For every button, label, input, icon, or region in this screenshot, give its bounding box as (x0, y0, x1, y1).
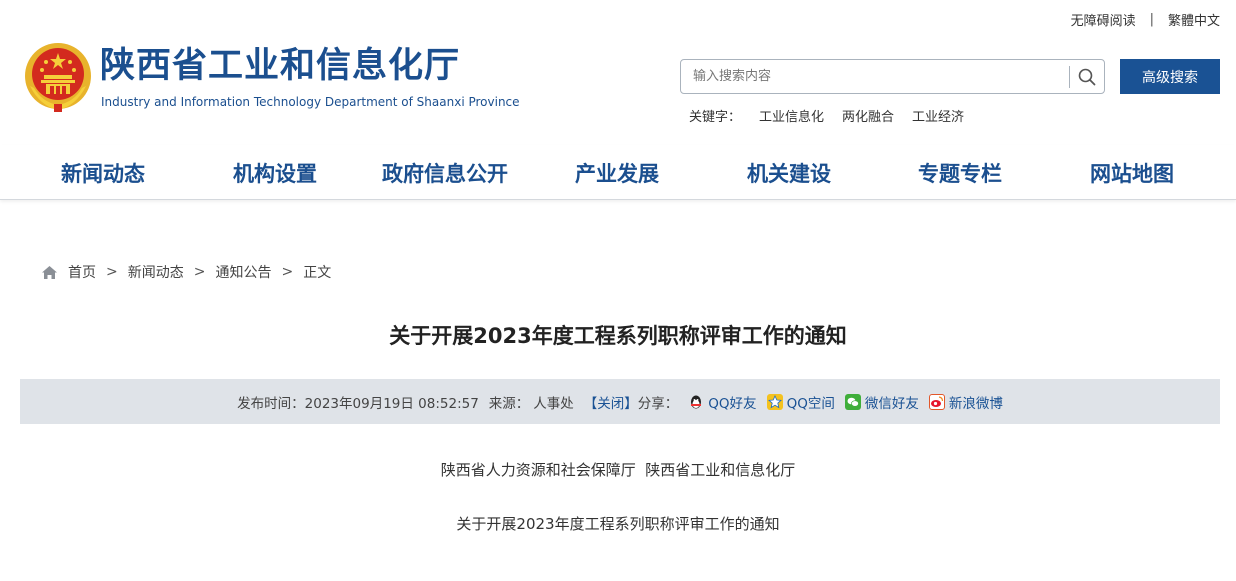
breadcrumb: 首页 > 新闻动态 > 通知公告 > 正文 (41, 262, 331, 282)
qzone-icon (766, 393, 783, 410)
breadcrumb-arrow: > (281, 264, 294, 280)
nav-item-topics[interactable]: 专题专栏 (918, 158, 1002, 188)
breadcrumb-news[interactable]: 新闻动态 (128, 262, 184, 282)
site-subtitle: Industry and Information Technology Depa… (101, 95, 520, 109)
keyword-link[interactable]: 工业信息化 (759, 106, 824, 125)
nav-item-gov-info[interactable]: 政府信息公开 (382, 158, 508, 188)
main-nav: 新闻动态 机构设置 政府信息公开 产业发展 机关建设 专题专栏 网站地图 (0, 145, 1236, 200)
close-link[interactable]: 【关闭】 (584, 392, 638, 412)
top-links: 无障碍阅读 | 繁體中文 (1071, 10, 1220, 29)
share-weibo-label: 新浪微博 (948, 395, 1003, 412)
search-input[interactable] (681, 60, 1069, 93)
breadcrumb-notices[interactable]: 通知公告 (215, 262, 271, 282)
home-icon (42, 265, 57, 279)
share-qzone-label: QQ空间 (786, 395, 835, 412)
nav-item-party-building[interactable]: 机关建设 (747, 158, 831, 188)
nav-item-sitemap[interactable]: 网站地图 (1090, 158, 1174, 188)
search-box (680, 59, 1105, 94)
share-weibo[interactable]: 新浪微博 (928, 392, 1003, 412)
article-title: 关于开展2023年度工程系列职称评审工作的通知 (389, 324, 847, 348)
article-subject: 关于开展2023年度工程系列职称评审工作的通知 (456, 515, 780, 533)
share-wechat[interactable]: 微信好友 (844, 392, 919, 412)
nav-item-organization[interactable]: 机构设置 (233, 158, 317, 188)
top-links-separator: | (1149, 12, 1154, 27)
nav-item-industry[interactable]: 产业发展 (575, 158, 659, 188)
publish-time: 2023年09月19日 08:52:57 (304, 395, 479, 412)
breadcrumb-arrow: > (193, 264, 206, 280)
keywords: 关键字： 工业信息化 两化融合 工业经济 (689, 106, 964, 125)
traditional-chinese-link[interactable]: 繁體中文 (1168, 10, 1220, 29)
advanced-search-button[interactable]: 高级搜索 (1120, 59, 1220, 94)
article-meta-bar: 发布时间： 2023年09月19日 08:52:57 来源： 人事处 【关闭】 … (20, 379, 1220, 424)
share-label: 分享： (637, 395, 679, 412)
qq-icon (688, 394, 704, 410)
keywords-label: 关键字： (689, 110, 742, 125)
breadcrumb-home[interactable]: 首页 (68, 262, 96, 282)
share-qq-friend[interactable]: QQ好友 (688, 392, 757, 412)
breadcrumb-current: 正文 (303, 265, 332, 281)
source-value: 人事处 (533, 395, 574, 412)
keyword-link[interactable]: 两化融合 (842, 106, 894, 125)
weibo-icon (928, 393, 945, 410)
search-button[interactable] (1070, 60, 1104, 93)
article-issuers: 陕西省人力资源和社会保障厅 陕西省工业和信息化厅 (440, 461, 796, 479)
breadcrumb-arrow: > (106, 264, 118, 280)
source-label: 来源： (488, 395, 530, 412)
search-icon (1078, 68, 1096, 85)
keyword-link[interactable]: 工业经济 (912, 106, 964, 125)
publish-label: 发布时间： (237, 395, 305, 412)
share-wechat-label: 微信好友 (864, 395, 919, 412)
share-qq-friend-label: QQ好友 (708, 395, 757, 412)
national-emblem-logo[interactable] (22, 40, 94, 114)
wechat-icon (844, 393, 861, 410)
share-qzone[interactable]: QQ空间 (766, 392, 835, 412)
site-title[interactable]: 陕西省工业和信息化厅 (100, 44, 460, 88)
nav-item-news[interactable]: 新闻动态 (61, 158, 145, 188)
accessible-reading-link[interactable]: 无障碍阅读 (1071, 10, 1136, 29)
